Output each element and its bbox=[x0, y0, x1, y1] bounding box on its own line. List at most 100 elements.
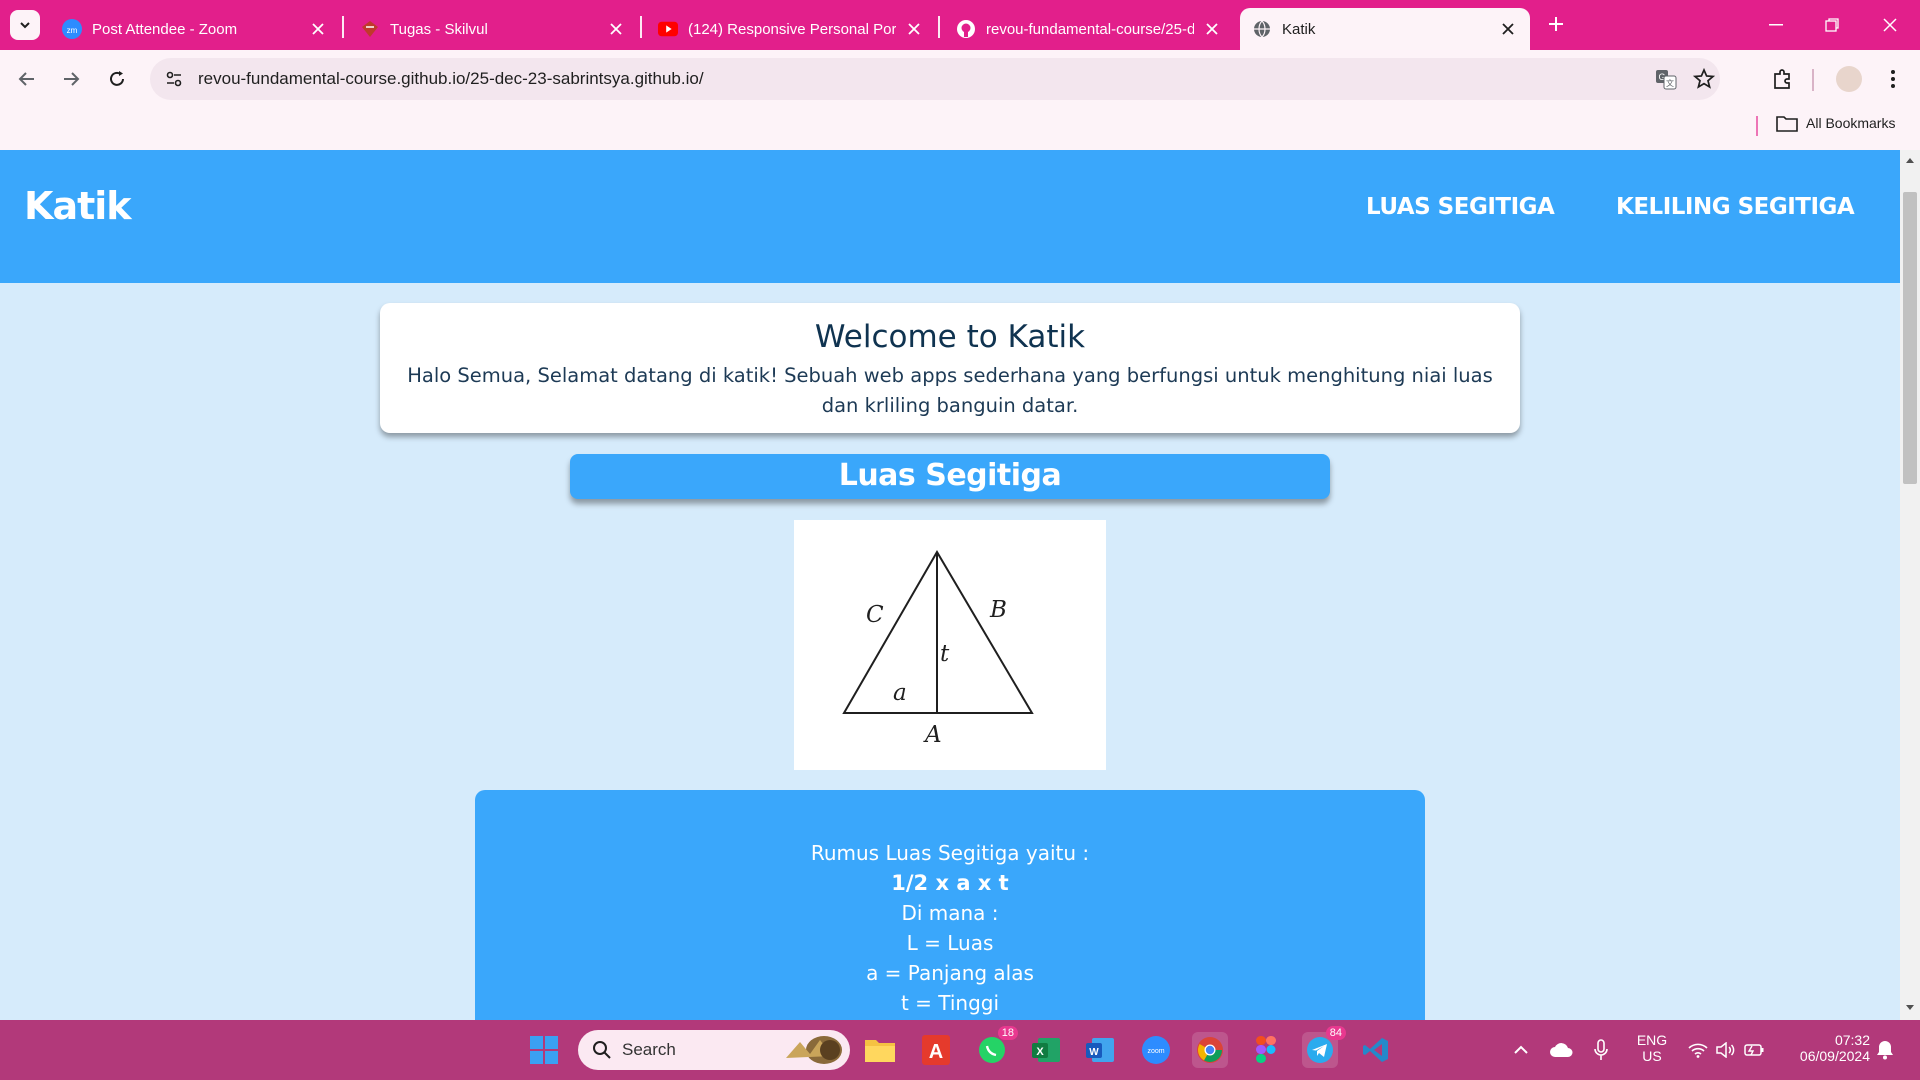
globe-icon bbox=[1252, 19, 1272, 39]
chevron-up-icon bbox=[1514, 1045, 1528, 1054]
tab-title: Tugas - Skilvul bbox=[390, 20, 488, 38]
whatsapp-badge: 18 bbox=[997, 1026, 1018, 1040]
nav-link-keliling-segitiga[interactable]: KELILING SEGITIGA bbox=[1616, 194, 1855, 220]
tab-title: Katik bbox=[1282, 20, 1316, 38]
scroll-up-icon[interactable] bbox=[1905, 156, 1915, 166]
start-button[interactable] bbox=[526, 1032, 562, 1068]
svg-text:X: X bbox=[1036, 1046, 1044, 1058]
clock-time[interactable]: 07:32 bbox=[1780, 1032, 1870, 1048]
tab-separator bbox=[640, 16, 642, 38]
onedrive-icon[interactable] bbox=[1546, 1032, 1576, 1068]
region-indicator: US bbox=[1642, 1048, 1662, 1064]
skilvul-icon bbox=[360, 19, 380, 39]
chrome-icon[interactable] bbox=[1192, 1032, 1228, 1068]
minimize-icon bbox=[1769, 24, 1783, 26]
nav-link-luas-segitiga[interactable]: LUAS SEGITIGA bbox=[1366, 194, 1555, 220]
svg-text:W: W bbox=[1089, 1047, 1099, 1058]
windows-icon bbox=[530, 1036, 558, 1064]
tab-github[interactable]: revou-fundamental-course/25-dec-23 bbox=[944, 8, 1234, 50]
restore-button[interactable] bbox=[1812, 10, 1852, 40]
excel-icon[interactable]: X bbox=[1028, 1032, 1064, 1068]
figma-icon[interactable] bbox=[1248, 1032, 1284, 1068]
back-button[interactable] bbox=[12, 64, 42, 94]
label-c: C bbox=[866, 602, 884, 628]
notification-bell-icon[interactable] bbox=[1870, 1032, 1900, 1068]
formula-expression: 1/2 x a x t bbox=[891, 871, 1009, 895]
svg-text:zoom: zoom bbox=[1147, 1048, 1164, 1055]
close-icon bbox=[1883, 18, 1897, 32]
formula-card: Rumus Luas Segitiga yaitu : 1/2 x a x t … bbox=[475, 790, 1425, 1020]
tab-skilvul[interactable]: Tugas - Skilvul bbox=[348, 8, 638, 50]
formula-line: t = Tinggi bbox=[900, 991, 1000, 1015]
more-vert-icon bbox=[1891, 70, 1895, 88]
svg-text:文: 文 bbox=[1666, 78, 1674, 88]
tab-title: (124) Responsive Personal Portfolio bbox=[688, 20, 896, 38]
page-scrollbar[interactable] bbox=[1900, 150, 1920, 1020]
formula-line: a = Panjang alas bbox=[866, 961, 1034, 985]
formula-line: L = Luas bbox=[906, 931, 994, 955]
zoom-icon: zm bbox=[62, 19, 82, 39]
close-icon[interactable] bbox=[904, 19, 924, 39]
page-viewport: Katik LUAS SEGITIGA KELILING SEGITIGA We… bbox=[0, 150, 1900, 1020]
site-logo[interactable]: Katik bbox=[24, 184, 132, 228]
close-icon[interactable] bbox=[308, 19, 328, 39]
zoom-app-icon[interactable]: zoom bbox=[1138, 1032, 1174, 1068]
search-highlight-icon bbox=[786, 1036, 842, 1064]
battery-icon[interactable] bbox=[1740, 1032, 1768, 1068]
avatar bbox=[1836, 66, 1862, 92]
volume-icon[interactable] bbox=[1712, 1032, 1740, 1068]
telegram-badge: 84 bbox=[1325, 1026, 1346, 1040]
acrobat-icon[interactable]: A bbox=[918, 1032, 954, 1068]
bookmark-star-icon[interactable] bbox=[1692, 67, 1716, 91]
close-icon[interactable] bbox=[1498, 19, 1518, 39]
reload-button[interactable] bbox=[102, 64, 132, 94]
label-base-a: A bbox=[923, 722, 942, 748]
welcome-card: Welcome to Katik Halo Semua, Selamat dat… bbox=[380, 303, 1520, 433]
show-hidden-icons[interactable] bbox=[1506, 1032, 1536, 1068]
scroll-thumb[interactable] bbox=[1903, 192, 1917, 484]
bookmarks-divider bbox=[1756, 116, 1758, 136]
close-icon[interactable] bbox=[1202, 19, 1222, 39]
tab-search-button[interactable] bbox=[10, 10, 40, 40]
vscode-icon[interactable] bbox=[1358, 1032, 1394, 1068]
profile-button[interactable] bbox=[1834, 64, 1864, 94]
menu-button[interactable] bbox=[1878, 64, 1908, 94]
reload-icon bbox=[110, 71, 124, 86]
telegram-icon[interactable]: 84 bbox=[1302, 1026, 1346, 1068]
wifi-icon[interactable] bbox=[1684, 1032, 1712, 1068]
youtube-icon bbox=[658, 19, 678, 39]
arrow-right-icon bbox=[64, 72, 80, 86]
tab-title: revou-fundamental-course/25-dec-23 bbox=[986, 20, 1194, 38]
tab-katik[interactable]: Katik bbox=[1240, 8, 1530, 50]
file-explorer-icon[interactable] bbox=[862, 1032, 898, 1068]
translate-icon[interactable]: G文 bbox=[1654, 67, 1678, 91]
welcome-text: Halo Semua, Selamat datang di katik! Seb… bbox=[407, 364, 1493, 417]
taskbar-search[interactable]: Search bbox=[578, 1030, 850, 1070]
taskbar: Search A 18 X W zoom 84 ENG US 07:32 06/… bbox=[0, 1020, 1920, 1080]
whatsapp-icon[interactable]: 18 bbox=[974, 1026, 1018, 1068]
word-icon[interactable]: W bbox=[1082, 1032, 1118, 1068]
tab-separator bbox=[342, 16, 344, 38]
search-icon bbox=[593, 1041, 611, 1059]
formula-intro: Rumus Luas Segitiga yaitu : bbox=[810, 841, 1090, 865]
extensions-button[interactable] bbox=[1767, 64, 1797, 94]
site-settings-icon[interactable] bbox=[162, 67, 186, 91]
all-bookmarks-button[interactable]: All Bookmarks bbox=[1776, 114, 1895, 132]
restore-icon bbox=[1825, 18, 1839, 32]
github-icon bbox=[956, 19, 976, 39]
bookmarks-bar: All Bookmarks bbox=[0, 108, 1920, 150]
new-tab-button[interactable] bbox=[1544, 12, 1568, 36]
forward-button[interactable] bbox=[56, 64, 86, 94]
minimize-button[interactable] bbox=[1756, 10, 1796, 40]
microphone-icon[interactable] bbox=[1586, 1032, 1616, 1068]
formula-where: Di mana : bbox=[901, 901, 999, 925]
tab-youtube[interactable]: (124) Responsive Personal Portfolio bbox=[646, 8, 936, 50]
tab-zoom[interactable]: zm Post Attendee - Zoom bbox=[50, 8, 340, 50]
label-t: t bbox=[940, 641, 950, 667]
close-icon[interactable] bbox=[606, 19, 626, 39]
close-window-button[interactable] bbox=[1870, 10, 1910, 40]
scroll-down-icon[interactable] bbox=[1905, 1002, 1915, 1012]
arrow-left-icon bbox=[18, 72, 34, 86]
language-indicator[interactable]: ENG bbox=[1632, 1032, 1672, 1048]
address-bar[interactable]: revou-fundamental-course.github.io/25-de… bbox=[150, 58, 1720, 100]
